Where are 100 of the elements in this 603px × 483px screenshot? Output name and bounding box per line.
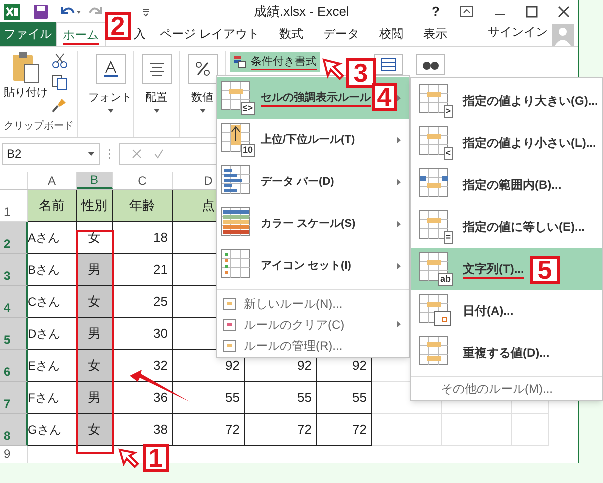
percent-group-icon[interactable] — [188, 54, 218, 84]
close-icon[interactable] — [558, 6, 570, 18]
name-box[interactable]: B2 — [2, 143, 100, 166]
format-painter-icon[interactable] — [52, 97, 68, 114]
menu-item[interactable]: データ バー(D) — [217, 161, 409, 203]
group-button-label[interactable]: フォント — [88, 90, 132, 107]
row-number[interactable]: 2 — [0, 222, 28, 254]
more-icon — [108, 148, 111, 160]
menu-item[interactable]: カラー スケール(S) — [217, 203, 409, 245]
table-cell: Bさん — [28, 254, 77, 286]
header-cell: 年齢 — [113, 190, 173, 222]
binoculars-icon[interactable] — [416, 54, 446, 76]
dropdown-caret-icon[interactable] — [154, 108, 160, 113]
font-group-icon[interactable] — [96, 54, 126, 84]
row-number[interactable]: 4 — [0, 286, 28, 318]
table-cell: 21 — [113, 254, 173, 286]
table-cell: Dさん — [28, 318, 77, 350]
ribbon-tab[interactable]: データ — [313, 22, 370, 46]
table-cell: 男 — [77, 382, 113, 414]
row-number[interactable]: 9 — [0, 446, 28, 463]
rule-icon — [419, 294, 453, 328]
table-cell: 男 — [77, 254, 113, 286]
dropdown-caret-icon[interactable] — [88, 152, 95, 156]
annotation-number: 4 — [372, 83, 397, 111]
table-cell: 女 — [77, 286, 113, 318]
window-title: 成績.xlsx - Excel — [254, 2, 350, 21]
menu-item[interactable]: 10 上位/下位ルール(T) — [217, 119, 409, 161]
row-number[interactable]: 6 — [0, 350, 28, 382]
table-cell: 女 — [77, 350, 113, 382]
empty-cell — [372, 414, 442, 446]
menu-item[interactable]: 重複する値(D)... — [411, 332, 602, 374]
group-button-label[interactable]: 配置 — [146, 90, 168, 107]
group-button-label[interactable]: 数値 — [192, 90, 214, 107]
conditional-formatting-button[interactable]: 条件付き書式 — [230, 52, 320, 72]
rule-small-icon — [223, 340, 236, 352]
help-button[interactable]: ? — [432, 2, 440, 22]
table-cell: Gさん — [28, 414, 77, 446]
row-number[interactable]: 3 — [0, 254, 28, 286]
sign-in-link[interactable]: サインイン — [488, 23, 548, 42]
rule-small-icon — [223, 318, 236, 330]
row-number[interactable]: 7 — [0, 382, 28, 414]
menu-item[interactable]: その他のルール(M)... — [441, 380, 553, 398]
maximize-icon[interactable] — [526, 6, 538, 18]
menu-item[interactable]: ルールの管理(R)... — [217, 335, 409, 356]
table-cell: Fさん — [28, 382, 77, 414]
row-number[interactable]: 5 — [0, 318, 28, 350]
table-cell: 30 — [113, 318, 173, 350]
cut-icon[interactable] — [52, 53, 68, 70]
ribbon-tab[interactable]: 表示 — [413, 22, 458, 46]
table-cell: 72 — [317, 414, 372, 446]
ribbon-display-icon[interactable] — [460, 6, 474, 18]
menu-item[interactable]: < 指定の値より小さい(L)... — [411, 122, 602, 164]
dropdown-caret-icon[interactable] — [108, 108, 114, 113]
icon-badge: < — [444, 147, 453, 160]
save-icon[interactable] — [34, 4, 48, 19]
copy-icon[interactable] — [52, 75, 68, 92]
customize-icon[interactable] — [142, 6, 150, 17]
ribbon-tab[interactable]: 数式 — [269, 22, 314, 46]
menu-item[interactable]: > 指定の値より大きい(G)... — [411, 80, 602, 122]
column-header[interactable]: B — [77, 172, 113, 189]
submenu-arrow-icon — [397, 178, 401, 186]
table-cell: 女 — [77, 222, 113, 254]
table-cell: Eさん — [28, 350, 77, 382]
table-cell: 女 — [77, 414, 113, 446]
table-cell: 72 — [245, 414, 317, 446]
cells-icon[interactable] — [374, 54, 404, 76]
menu-item[interactable]: 日付(A)... — [411, 290, 602, 332]
table-cell: 55 — [317, 382, 372, 414]
menu-item[interactable]: 新しいルール(N)... — [217, 293, 409, 314]
header-cell: 性別 — [77, 190, 113, 222]
table-cell: 男 — [77, 318, 113, 350]
ribbon-tab[interactable]: ファイル — [0, 22, 56, 46]
icon-badge: 10 — [240, 144, 255, 157]
annotation-number: 3 — [346, 58, 376, 88]
paste-label[interactable]: 貼り付け — [4, 85, 48, 102]
table-cell: 18 — [113, 222, 173, 254]
menu-item[interactable]: ルールのクリア(C) — [217, 314, 409, 335]
column-header[interactable]: C — [113, 172, 173, 189]
menu-item[interactable]: アイコン セット(I) — [217, 245, 409, 287]
submenu-arrow-icon — [397, 136, 401, 144]
annotation-number: 5 — [530, 256, 560, 284]
table-cell: Cさん — [28, 286, 77, 318]
ribbon-tab[interactable]: ページ レイアウト — [150, 22, 270, 46]
icon-badge: > — [444, 105, 453, 118]
ribbon-tab[interactable]: ホーム — [56, 22, 106, 46]
icon-badge: ≤> — [240, 102, 255, 115]
ribbon-tab[interactable]: 校閲 — [369, 22, 414, 46]
icon-badge: ab — [438, 273, 453, 286]
align-group-icon[interactable] — [142, 54, 172, 84]
submenu-arrow-icon — [397, 262, 401, 270]
conditional-format-icon — [234, 56, 247, 69]
menu-item[interactable]: = 指定の値に等しい(E)... — [411, 206, 602, 248]
ribbon-tab[interactable]: 入 — [130, 22, 150, 46]
row-number[interactable]: 8 — [0, 414, 28, 446]
paste-icon[interactable] — [11, 51, 41, 86]
menu-item[interactable]: 指定の範囲内(B)... — [411, 164, 602, 206]
dropdown-caret-icon[interactable] — [200, 108, 206, 113]
rule-small-icon — [223, 298, 236, 310]
table-cell: 72 — [173, 414, 245, 446]
submenu-arrow-icon — [397, 321, 401, 328]
